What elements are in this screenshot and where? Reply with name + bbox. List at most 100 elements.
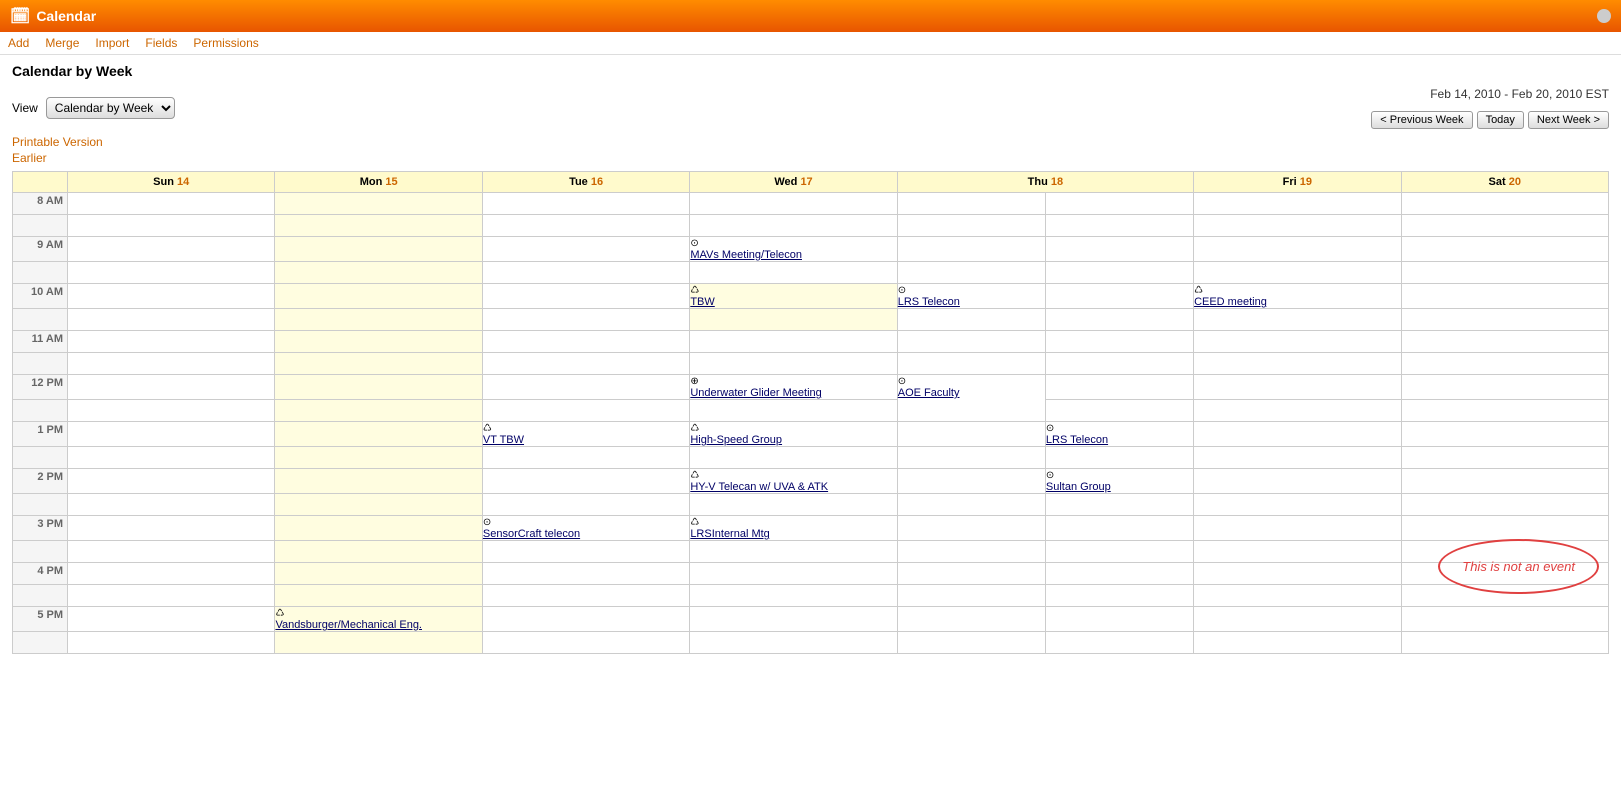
mon-date-link[interactable]: 15: [385, 176, 397, 188]
thu-header: Thu 18: [897, 172, 1193, 193]
recycle-icon3: ♺: [483, 423, 492, 434]
thu-1pm-lrs[interactable]: ⊙LRS Telecon: [1045, 422, 1193, 447]
earlier-link[interactable]: Earlier: [12, 151, 1609, 165]
menu-merge[interactable]: Merge: [45, 36, 79, 50]
tbw-event[interactable]: ♺TBW: [690, 284, 896, 308]
wed-date-link[interactable]: 17: [800, 176, 812, 188]
sun-header: Sun 14: [68, 172, 275, 193]
wed-12pm-event[interactable]: ⊕Underwater Glider Meeting: [690, 375, 897, 400]
clock-icon4: ⊙: [1046, 423, 1054, 434]
wed-8am[interactable]: [690, 193, 897, 215]
time-3pm: 3 PM: [13, 516, 68, 541]
sultan-group-link[interactable]: Sultan Group: [1046, 481, 1193, 493]
recycle-icon6: ♺: [690, 517, 699, 528]
table-row: 4 PM: [13, 563, 1609, 585]
ceed-meeting-event[interactable]: ♺CEED meeting: [1194, 284, 1400, 308]
next-week-button[interactable]: Next Week >: [1528, 111, 1609, 129]
calendar-table: Sun 14 Mon 15 Tue 16 Wed 17 Thu 18 Fri 1…: [12, 171, 1609, 654]
tue-date-link[interactable]: 16: [591, 176, 603, 188]
time-12pm: 12 PM: [13, 375, 68, 400]
lrs-internal-event[interactable]: ♺LRSInternal Mtg: [690, 516, 896, 540]
underwater-glider-link[interactable]: Underwater Glider Meeting: [690, 387, 896, 399]
tbw-link[interactable]: TBW: [690, 296, 896, 308]
table-row: 12 PM ⊕Underwater Glider Meeting ⊙AOE Fa…: [13, 375, 1609, 400]
wed-9am-event[interactable]: ⊙MAVs Meeting/Telecon: [690, 237, 897, 262]
thu-8am-l[interactable]: [897, 193, 1045, 215]
table-row: 11 AM: [13, 331, 1609, 353]
date-range: Feb 14, 2010 - Feb 20, 2010 EST: [1430, 87, 1609, 101]
menu-import[interactable]: Import: [95, 36, 129, 50]
fri-10am-event[interactable]: ♺CEED meeting: [1194, 284, 1401, 309]
table-row: [13, 541, 1609, 563]
time-2pm: 2 PM: [13, 469, 68, 494]
calendar-container: Sun 14 Mon 15 Tue 16 Wed 17 Thu 18 Fri 1…: [12, 171, 1609, 654]
thu-2pm-sultan[interactable]: ⊙Sultan Group: [1045, 469, 1193, 494]
vt-tbw-event[interactable]: ♺VT TBW: [483, 422, 689, 446]
sensorcraft-event[interactable]: ⊙SensorCraft telecon: [483, 516, 689, 540]
table-row: [13, 353, 1609, 375]
time-10am: 10 AM: [13, 284, 68, 309]
thu-12pm-aoe[interactable]: ⊙AOE Faculty: [897, 375, 1045, 422]
main-content: Calendar by Week View Calendar by Week F…: [0, 55, 1621, 662]
mon-8am[interactable]: [275, 193, 482, 215]
lrs-telecon2-link[interactable]: LRS Telecon: [1046, 434, 1193, 446]
mavs-meeting-event[interactable]: ⊙MAVs Meeting/Telecon: [690, 237, 896, 261]
mavs-meeting-link[interactable]: MAVs Meeting/Telecon: [690, 249, 896, 261]
mon-5pm-event[interactable]: ♺Vandsburger/Mechanical Eng.: [275, 607, 482, 632]
sat-date-link[interactable]: 20: [1509, 176, 1521, 188]
close-button[interactable]: [1597, 9, 1611, 23]
wed-1pm-event[interactable]: ♺High-Speed Group: [690, 422, 897, 447]
sun-date-link[interactable]: 14: [177, 176, 189, 188]
high-speed-group-link[interactable]: High-Speed Group: [690, 434, 896, 446]
printable-version-link[interactable]: Printable Version: [12, 135, 1609, 149]
thu-10am-event[interactable]: ⊙LRS Telecon: [897, 284, 1045, 309]
lrs-telecon-event[interactable]: ⊙LRS Telecon: [898, 284, 1045, 308]
aoe-faculty-link[interactable]: AOE Faculty: [898, 387, 1045, 399]
hyv-telecan-link[interactable]: HY-V Telecan w/ UVA & ATK: [690, 481, 896, 493]
underwater-glider-event[interactable]: ⊕Underwater Glider Meeting: [690, 375, 896, 399]
vandsburger-link[interactable]: Vandsburger/Mechanical Eng.: [275, 619, 481, 631]
vt-tbw-link[interactable]: VT TBW: [483, 434, 689, 446]
ceed-meeting-link[interactable]: CEED meeting: [1194, 296, 1400, 308]
table-row: 10 AM ♺TBW ⊙LRS Telecon: [13, 284, 1609, 309]
menu-bar: Add Merge Import Fields Permissions: [0, 32, 1621, 55]
wed-2pm-event[interactable]: ♺HY-V Telecan w/ UVA & ATK: [690, 469, 897, 494]
high-speed-group-event[interactable]: ♺High-Speed Group: [690, 422, 896, 446]
tue-1pm-event[interactable]: ♺VT TBW: [482, 422, 689, 447]
table-row: [13, 215, 1609, 237]
today-button[interactable]: Today: [1477, 111, 1524, 129]
prev-week-button[interactable]: < Previous Week: [1371, 111, 1472, 129]
lrs-telecon-link[interactable]: LRS Telecon: [898, 296, 1045, 308]
tue-8am[interactable]: [482, 193, 689, 215]
time-8am: 8 AM: [13, 193, 68, 215]
fri-date-link[interactable]: 19: [1300, 176, 1312, 188]
thu-8am-r[interactable]: [1045, 193, 1193, 215]
clock-icon2: ⊙: [898, 285, 906, 296]
sultan-group-event[interactable]: ⊙Sultan Group: [1046, 469, 1193, 493]
lrs-internal-link[interactable]: LRSInternal Mtg: [690, 528, 896, 540]
recycle-icon4: ♺: [690, 423, 699, 434]
table-row: [13, 494, 1609, 516]
hyv-telecan-event[interactable]: ♺HY-V Telecan w/ UVA & ATK: [690, 469, 896, 493]
menu-fields[interactable]: Fields: [145, 36, 177, 50]
time-9am: 9 AM: [13, 237, 68, 262]
table-row: 9 AM ⊙MAVs Meeting/Telecon: [13, 237, 1609, 262]
lrs-telecon2-event[interactable]: ⊙LRS Telecon: [1046, 422, 1193, 446]
sat-8am[interactable]: [1401, 193, 1609, 215]
sensorcraft-link[interactable]: SensorCraft telecon: [483, 528, 689, 540]
table-row: [13, 400, 1609, 422]
vandsburger-event[interactable]: ♺Vandsburger/Mechanical Eng.: [275, 607, 481, 631]
fri-8am[interactable]: [1194, 193, 1401, 215]
wed-3pm-event[interactable]: ♺LRSInternal Mtg: [690, 516, 897, 541]
wed-10am-event[interactable]: ♺TBW: [690, 284, 897, 309]
aoe-faculty-event[interactable]: ⊙AOE Faculty: [898, 375, 1045, 399]
menu-permissions[interactable]: Permissions: [193, 36, 258, 50]
thu-date-link[interactable]: 18: [1051, 176, 1063, 188]
view-select[interactable]: Calendar by Week: [46, 97, 175, 119]
tue-3pm-event[interactable]: ⊙SensorCraft telecon: [482, 516, 689, 541]
menu-add[interactable]: Add: [8, 36, 29, 50]
sun-8am[interactable]: [68, 193, 275, 215]
table-row: [13, 447, 1609, 469]
anchor-icon: ⊕: [690, 376, 698, 387]
table-row: [13, 632, 1609, 654]
